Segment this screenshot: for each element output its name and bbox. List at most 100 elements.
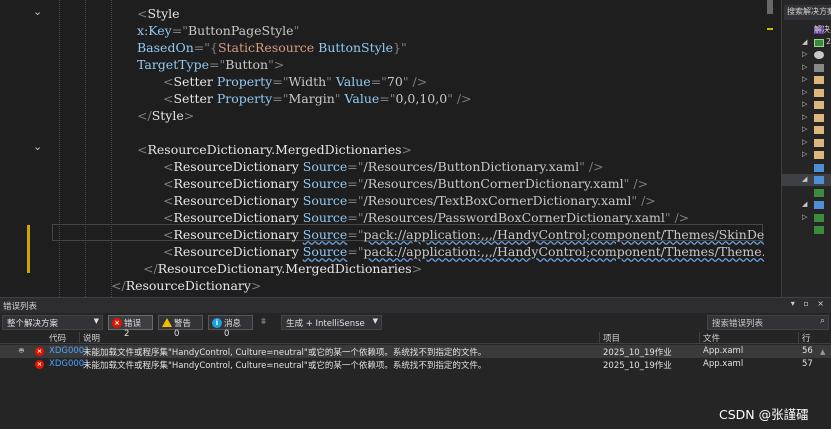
code-token: >: [183, 108, 195, 123]
code-line[interactable]: <ResourceDictionary Source="pack://appli…: [0, 226, 775, 243]
expand-arrow-icon[interactable]: ◢: [802, 175, 807, 183]
column-divider[interactable]: [79, 332, 80, 344]
solution-tree-item[interactable]: ◢: [782, 199, 831, 211]
code-line[interactable]: <Style: [0, 5, 775, 22]
code-line[interactable]: </ResourceDictionary>: [0, 277, 775, 294]
expand-arrow-icon[interactable]: ▷: [802, 88, 807, 96]
error-row[interactable]: 🤖︎ × XDG0001 未能加载文件或程序集"HandyControl, Cu…: [0, 345, 831, 358]
expand-arrow-icon[interactable]: ▷: [802, 138, 807, 146]
solution-tree-item[interactable]: ◢: [782, 174, 831, 186]
solution-tree-item[interactable]: ◢ 202: [782, 37, 831, 49]
code-token: Style: [151, 108, 184, 123]
panel-window-buttons[interactable]: ▾ ▫ ×: [791, 299, 827, 308]
code-token: Setter: [173, 74, 213, 89]
watermark: CSDN @张謹礌: [719, 407, 809, 422]
code-line[interactable]: <Setter Property="Margin" Value="0,0,10,…: [0, 90, 775, 107]
solution-tree-item[interactable]: ▷: [782, 212, 831, 224]
solution-tree-item[interactable]: ▷: [782, 99, 831, 111]
code-token: ": [326, 74, 336, 89]
code-line[interactable]: </Style>: [0, 107, 775, 124]
code-line[interactable]: <ResourceDictionary Source="pack://appli…: [0, 243, 775, 260]
solution-tree-item[interactable]: [782, 162, 831, 174]
column-header-line[interactable]: 行: [802, 332, 811, 344]
code-line[interactable]: </ResourceDictionary.MergedDictionaries>: [0, 260, 775, 277]
messages-filter-button[interactable]: i 消息 0: [208, 315, 253, 339]
error-file: App.xaml: [703, 346, 744, 356]
solution-tree-item[interactable]: [782, 224, 831, 236]
column-divider[interactable]: [699, 332, 700, 344]
solution-tree-item[interactable]: ▷: [782, 49, 831, 61]
code-token: ButtonPageStyle: [187, 23, 294, 38]
expand-arrow-icon[interactable]: ▷: [802, 100, 807, 108]
editor-vertical-scrollbar[interactable]: [764, 0, 775, 297]
column-divider[interactable]: [798, 332, 799, 344]
solution-tree-item[interactable]: [782, 187, 831, 199]
expand-arrow-icon[interactable]: ▷: [802, 113, 807, 121]
code-token: Button: [225, 57, 269, 72]
copilot-icon[interactable]: 🤖︎: [19, 346, 30, 356]
code-line[interactable]: x:Key="ButtonPageStyle": [0, 22, 775, 39]
solution-tree-item[interactable]: ▷: [782, 87, 831, 99]
error-icon: ×: [112, 318, 122, 328]
code-token: Source: [302, 227, 348, 242]
code-token: >: [411, 261, 423, 276]
code-editor[interactable]: ⌄ ⌄ <Style x:Key="ButtonPageStyle" BasedOn…: [0, 0, 775, 297]
build-filter-dropdown[interactable]: 生成 + IntelliSense ▼: [281, 315, 382, 330]
solution-tree-item[interactable]: ▷: [782, 124, 831, 136]
code-line[interactable]: <Setter Property="Width" Value="70" />: [0, 73, 775, 90]
code-token: ResourceDictionary: [125, 278, 251, 293]
expand-arrow-icon[interactable]: ◢: [802, 200, 807, 208]
code-line[interactable]: <ResourceDictionary Source="/Resources/B…: [0, 158, 775, 175]
scope-dropdown[interactable]: 整个解决方案 ▼: [2, 315, 103, 330]
column-header-description[interactable]: 说明: [83, 332, 100, 344]
code-token: <: [163, 210, 174, 225]
error-list-vertical-scrollbar[interactable]: ▲: [818, 348, 829, 418]
csharp-project-icon: [814, 38, 824, 47]
code-token: BasedOn: [137, 40, 194, 55]
code-token: Source: [302, 193, 348, 208]
solution-tree-item[interactable]: ▷: [782, 112, 831, 124]
error-project: 2025_10_19作业: [603, 348, 672, 358]
code-token: Source: [302, 176, 348, 191]
code-token: Source: [302, 159, 348, 174]
csharp-file-icon: [814, 226, 824, 234]
errors-filter-button[interactable]: × 错误 2: [108, 315, 153, 339]
solution-tree-item[interactable]: 解决方: [782, 24, 831, 36]
column-header-project[interactable]: 项目: [603, 332, 620, 344]
error-list-horizontal-scrollbar[interactable]: [0, 422, 831, 429]
code-token: Value: [344, 91, 380, 106]
scroll-up-icon[interactable]: ▲: [820, 348, 825, 356]
code-line[interactable]: <ResourceDictionary Source="/Resources/P…: [0, 209, 775, 226]
code-line[interactable]: <ResourceDictionary.MergedDictionaries>: [0, 141, 775, 158]
column-header-file[interactable]: 文件: [703, 332, 720, 344]
solution-tree-item[interactable]: ▷: [782, 74, 831, 86]
code-token: pack://application:,,,/HandyControl;comp…: [363, 244, 773, 259]
code-token: ButtonStyle: [318, 40, 394, 55]
column-divider[interactable]: [599, 332, 600, 344]
solution-tree-item[interactable]: ▷: [782, 137, 831, 149]
warnings-filter-button[interactable]: 警告 0: [158, 315, 203, 339]
column-header-code[interactable]: 代码: [49, 332, 66, 344]
code-line[interactable]: TargetType="Button">: [0, 56, 775, 73]
expand-arrow-icon[interactable]: ◢: [802, 38, 807, 46]
expand-arrow-icon[interactable]: ▷: [802, 75, 807, 83]
scrollbar-thumb[interactable]: [767, 0, 773, 14]
solution-search-input[interactable]: 搜索解决方案: [784, 5, 831, 20]
code-token: Property: [216, 91, 273, 106]
error-search-input[interactable]: 搜索错误列表 ⌕: [707, 315, 829, 330]
solution-tree-item[interactable]: ▷: [782, 149, 831, 161]
code-token: ResourceDictionary: [173, 210, 299, 225]
code-line[interactable]: BasedOn="{StaticResource ButtonStyle}": [0, 39, 775, 56]
code-line[interactable]: <ResourceDictionary Source="/Resources/T…: [0, 192, 775, 209]
solution-tree-item[interactable]: ▷: [782, 62, 831, 74]
expand-arrow-icon[interactable]: ▷: [802, 50, 807, 58]
expand-arrow-icon[interactable]: ▷: [802, 63, 807, 71]
code-token: Width: [288, 74, 327, 89]
error-row[interactable]: × XDG0001 未能加载文件或程序集"HandyControl, Cultu…: [0, 358, 831, 371]
expand-arrow-icon[interactable]: ▷: [802, 150, 807, 158]
filter-icon[interactable]: ⩩: [261, 317, 266, 327]
expand-arrow-icon[interactable]: ▷: [802, 213, 807, 221]
expand-arrow-icon[interactable]: ▷: [802, 125, 807, 133]
code-line[interactable]: <ResourceDictionary Source="/Resources/B…: [0, 175, 775, 192]
code-line[interactable]: [0, 124, 775, 141]
